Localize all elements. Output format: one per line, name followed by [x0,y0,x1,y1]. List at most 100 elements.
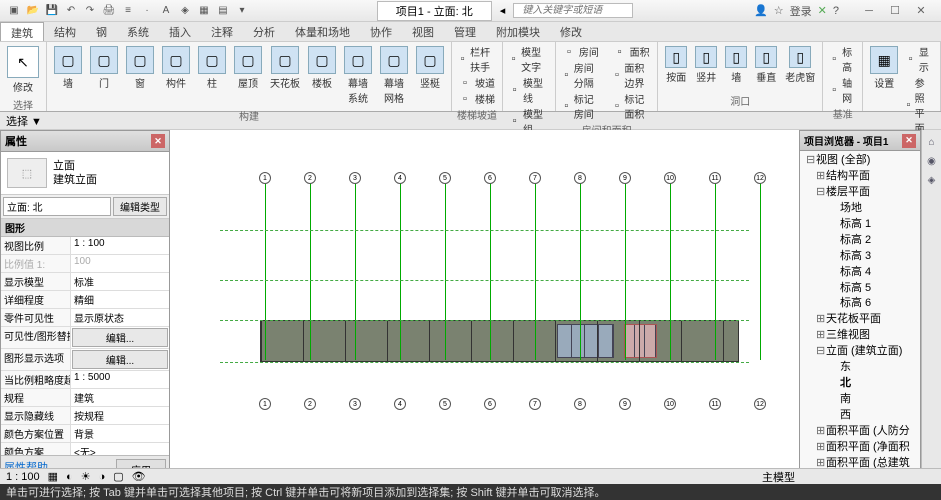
app-menu-icon[interactable]: ▣ [6,3,22,19]
ribbon-button[interactable]: ▯墙 [722,44,750,86]
tree-node[interactable]: 场地 [802,201,918,217]
ribbon-row-button[interactable]: ▫房间 分隔 [560,60,603,90]
print-icon[interactable]: 🖨 [101,3,117,19]
crop-icon[interactable]: ▢ [113,470,123,483]
ribbon-button[interactable]: ▢幕墙网格 [377,44,411,107]
ribbon-button[interactable]: ▢楼板 [305,44,339,92]
tree-node[interactable]: ⊞面积平面 (净面积 [802,440,918,456]
tab-管理[interactable]: 管理 [444,22,486,41]
ribbon-button[interactable]: ▢屋顶 [231,44,265,92]
ribbon-button[interactable]: ▢构件 [159,44,193,92]
property-row[interactable]: 显示隐藏线按规程 [1,407,169,425]
maximize-button[interactable]: ☐ [883,3,907,19]
ribbon-row-button[interactable]: ▫标记 面积 [611,91,654,121]
exchange-icon[interactable]: ✕ [818,4,827,17]
tab-建筑[interactable]: 建筑 [0,22,44,41]
tree-node[interactable]: ⊟楼层平面 [802,185,918,201]
ribbon-row-button[interactable]: ▫模型 线 [507,75,551,105]
nav-wheel-icon[interactable]: ◉ [924,153,940,169]
tab-视图[interactable]: 视图 [402,22,444,41]
tree-node[interactable]: ⊞三维视图 [802,328,918,344]
tab-协作[interactable]: 协作 [360,22,402,41]
tab-插入[interactable]: 插入 [159,22,201,41]
close-button[interactable]: ✕ [909,3,933,19]
ribbon-button[interactable]: ▯老虎窗 [782,44,818,86]
ribbon-row-button[interactable]: ▫显示 [903,44,936,74]
ribbon-row-button[interactable]: ▫轴网 [827,75,858,105]
shadow-icon[interactable]: ◑ [99,471,106,483]
tree-node[interactable]: 标高 5 [802,281,918,297]
ribbon-button[interactable]: ▢门 [87,44,121,92]
modify-button[interactable]: ↖修改 [4,44,42,96]
qat-dropdown-icon[interactable]: ▾ [234,3,250,19]
ribbon-row-button[interactable]: ▫栏杆扶手 [456,44,498,74]
help-icon[interactable]: ? [833,5,839,17]
login-link[interactable]: 登录 [790,3,812,19]
ribbon-row-button[interactable]: ▫参照 平面 [903,75,936,135]
tree-node[interactable]: 西 [802,408,918,424]
property-row[interactable]: 颜色方案位置背景 [1,425,169,443]
tab-附加模块[interactable]: 附加模块 [486,22,550,41]
close-icon[interactable]: ✕ [151,134,165,148]
tab-结构[interactable]: 结构 [44,22,86,41]
ribbon-button[interactable]: ▯竖井 [692,44,720,86]
detail-icon[interactable]: ▦ [48,470,58,483]
ribbon-button[interactable]: ▢天花板 [267,44,303,92]
type-selector[interactable]: ⬚ 立面建筑立面 [1,152,169,195]
tree-node[interactable]: 东 [802,360,918,376]
qat-icon[interactable]: ≡ [120,3,136,19]
property-row[interactable]: 比例值 1:100 [1,255,169,273]
title-nav-icon[interactable]: ◂ [500,4,506,17]
property-row[interactable]: 视图比例1 : 100 [1,237,169,255]
qat-icon[interactable]: A [158,3,174,19]
qat-icon[interactable]: ▦ [196,3,212,19]
ribbon-button[interactable]: ▯按面 [662,44,690,86]
save-icon[interactable]: 💾 [44,3,60,19]
tree-node[interactable]: 标高 4 [802,265,918,281]
qat-icon[interactable]: ▤ [215,3,231,19]
tree-node[interactable]: 标高 1 [802,217,918,233]
tab-修改[interactable]: 修改 [550,22,592,41]
ribbon-row-button[interactable]: ▫面积 [611,44,654,59]
tree-node[interactable]: ⊞天花板平面 [802,312,918,328]
minimize-button[interactable]: ─ [857,3,881,19]
property-row[interactable]: 详细程度精细 [1,291,169,309]
property-row[interactable]: 零件可见性显示原状态 [1,309,169,327]
edit-type-button[interactable]: 编辑类型 [113,197,167,216]
ribbon-row-button[interactable]: ▫标高 [827,44,858,74]
visual-style-icon[interactable]: ◐ [66,471,73,483]
tree-node[interactable]: 标高 2 [802,233,918,249]
ribbon-button[interactable]: ▢窗 [123,44,157,92]
nav-home-icon[interactable]: ⌂ [924,134,940,150]
tab-体量和场地[interactable]: 体量和场地 [285,22,360,41]
property-row[interactable]: 当比例粗略度超...1 : 5000 [1,371,169,389]
select-dropdown[interactable]: 选择 ▼ [6,113,42,129]
ribbon-button[interactable]: ▢幕墙系统 [341,44,375,107]
open-icon[interactable]: 📂 [25,3,41,19]
property-row[interactable]: 规程建筑 [1,389,169,407]
property-row[interactable]: 可见性/图形替换编辑... [1,327,169,349]
instance-combo[interactable]: 立面: 北 [3,197,111,216]
ribbon-row-button[interactable]: ▫模型 文字 [507,44,551,74]
search-input[interactable] [513,3,633,18]
undo-icon[interactable]: ↶ [63,3,79,19]
scale-control[interactable]: 1 : 100 [6,471,40,483]
redo-icon[interactable]: ↷ [82,3,98,19]
ribbon-row-button[interactable]: ▫房间 [560,44,603,59]
ribbon-row-button[interactable]: ▫面积 边界 [611,60,654,90]
ribbon-button[interactable]: ▢柱 [195,44,229,92]
ribbon-row-button[interactable]: ▫坡道 [456,75,498,90]
hide-icon[interactable]: 👁 [132,470,146,483]
star-icon[interactable]: ☆ [774,4,784,17]
ribbon-button[interactable]: ▯垂直 [752,44,780,86]
tab-钢[interactable]: 钢 [86,22,117,41]
nav-cube-icon[interactable]: ◈ [924,172,940,188]
tab-注释[interactable]: 注释 [201,22,243,41]
ribbon-row-button[interactable]: ▫楼梯 [456,91,498,106]
sun-icon[interactable]: ☀ [81,470,91,483]
ribbon-button[interactable]: ▢竖梃 [413,44,447,92]
ribbon-row-button[interactable]: ▫标记 房间 [560,91,603,121]
tab-系统[interactable]: 系统 [117,22,159,41]
property-row[interactable]: 图形显示选项编辑... [1,349,169,371]
set-workplane-button[interactable]: ▦设置 [867,44,901,92]
